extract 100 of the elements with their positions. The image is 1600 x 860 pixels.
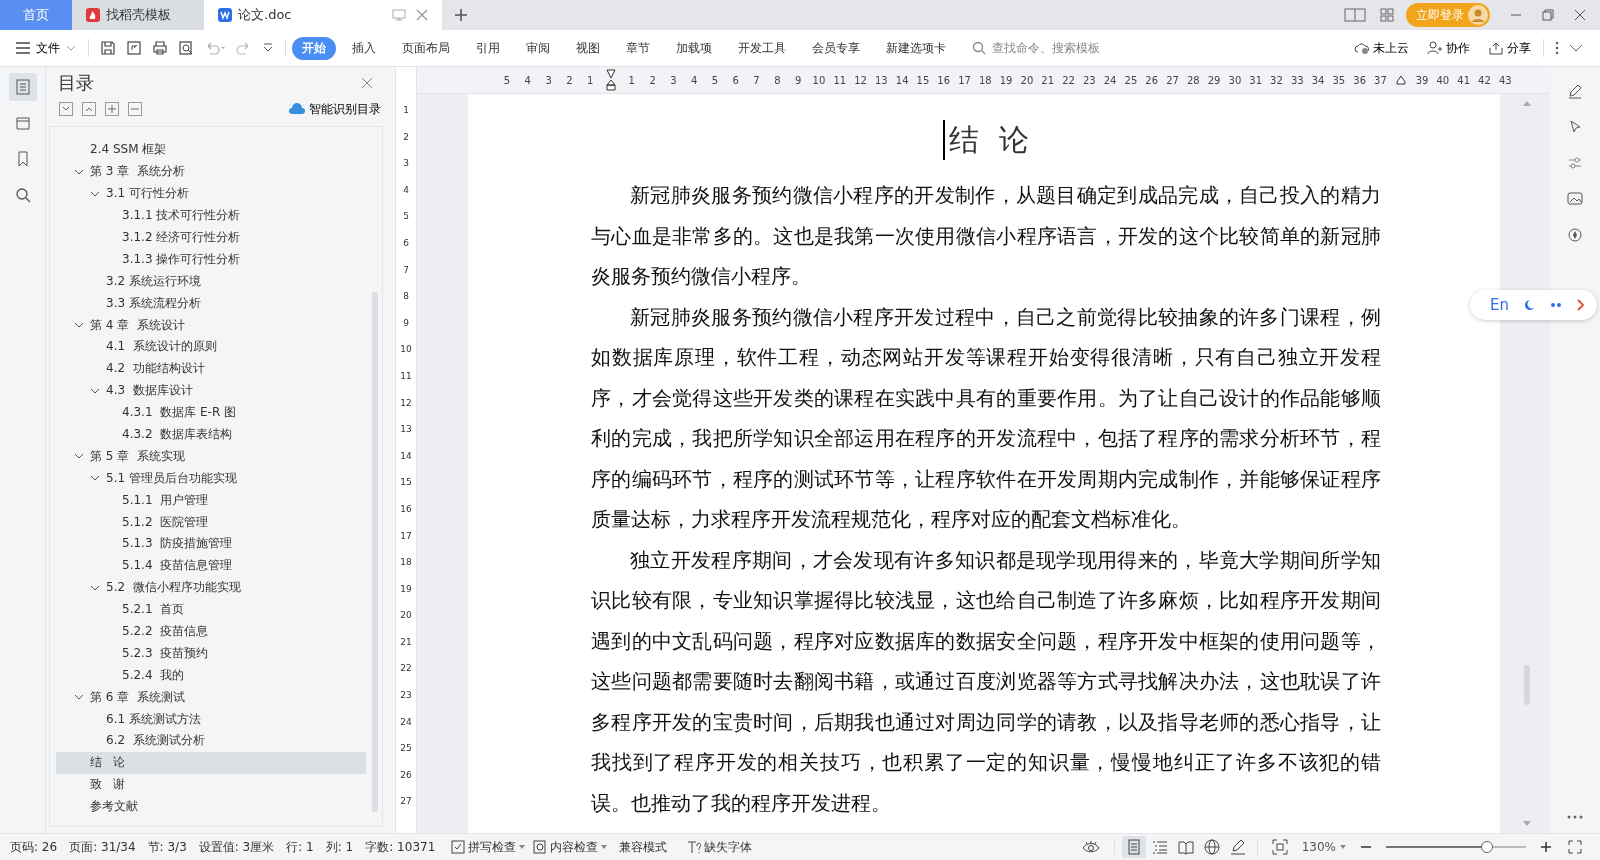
outline-item[interactable]: 4.3.1 数据库 E-R 图	[56, 401, 366, 424]
toolbar-action[interactable]: 未上云	[1348, 38, 1415, 58]
outline-item[interactable]: 3.1.3 操作可行性分析	[56, 248, 366, 271]
fit-page-icon[interactable]	[1271, 839, 1288, 855]
chevron-right-icon[interactable]	[1577, 299, 1585, 311]
outline-item[interactable]: 5.1 管理员后台功能实现	[56, 467, 366, 490]
smart-toc-button[interactable]: 智能识别目录	[289, 100, 381, 118]
ribbon-tab[interactable]: 审阅	[516, 36, 560, 60]
ruler-number: 40	[1435, 74, 1451, 86]
status-text: 页面: 31/34	[69, 838, 136, 856]
close-icon[interactable]	[416, 9, 428, 21]
toolbar-action[interactable]: 协作	[1421, 38, 1476, 58]
save-icon[interactable]	[100, 40, 116, 56]
pen-icon[interactable]	[1567, 83, 1583, 99]
scroll-thumb[interactable]	[372, 292, 378, 812]
outline-item[interactable]: 5.2.1 首页	[56, 598, 366, 621]
moon-icon[interactable]	[1523, 299, 1535, 311]
ruler-number: 18	[400, 556, 412, 570]
ribbon-tab[interactable]: 新建选项卡	[876, 36, 956, 60]
ribbon-tab[interactable]: 加载项	[666, 36, 722, 60]
outline-item[interactable]: 结 论	[56, 751, 366, 774]
paragraph: 新冠肺炎服务预约微信小程序开发过程中，自己之前觉得比较抽象的许多门课程，例如数据库原理，软件工程，动态网站开发等课程开始变得很清晰，只有自己独立开发程序，才会觉得这些开发类的课程在实践中具有的重要作用。为了让自己设计的作品能够顺利的完成，我把所学知识全部运用在程序的开发流程中，包括了程序的需求分析环节，程序的编码环节，程序的测试环节等，让程序软件在开发周期内完成制作，并能够保证程序质量达标，力求程序开发流程规范化，程序对应的配套文档标准化。	[591, 304, 1381, 533]
outline-item[interactable]: 4.3.2 数据库表结构	[56, 423, 366, 446]
outline-item[interactable]: 3.1.2 经济可行性分析	[56, 226, 366, 249]
add-icon[interactable]	[105, 102, 119, 116]
new-tab-icon[interactable]	[454, 8, 468, 22]
outline-item[interactable]: 5.1.1 用户管理	[56, 489, 366, 512]
ribbon-tab[interactable]: 开发工具	[728, 36, 796, 60]
image-icon[interactable]	[1567, 191, 1583, 207]
ruler-number: 32	[1269, 74, 1284, 86]
ruler-number: 14	[400, 449, 412, 463]
outline-item[interactable]: 5.2.4 我的	[56, 664, 366, 687]
document-tab[interactable]: 论文.doc	[204, 0, 442, 30]
page-view-button[interactable]	[1121, 836, 1146, 858]
document-tab[interactable]: 找稻壳模板	[72, 0, 204, 30]
outline-item[interactable]: 5.2.3 疫苗预约	[56, 642, 366, 665]
outline-item[interactable]: 3.2 系统运行环境	[56, 270, 366, 293]
spell-check-button[interactable]: 拼写检查	[447, 838, 530, 856]
outline-item[interactable]: 5.2 微信小程序功能实现	[56, 576, 366, 599]
outline-item[interactable]: 第 4 章 系统设计	[56, 314, 366, 336]
outline-item[interactable]: 3.1.1 技术可行性分析	[56, 204, 366, 227]
ribbon-tab[interactable]: 章节	[616, 36, 660, 60]
outline-item[interactable]: 4.2 功能结构设计	[56, 357, 366, 380]
cursor-icon[interactable]	[1567, 119, 1583, 135]
ribbon-tab[interactable]: 插入	[342, 36, 386, 60]
outline-item[interactable]: 4.1 系统设计的原则	[56, 336, 366, 358]
outline-item[interactable]: 2.4 SSM 框架	[56, 139, 366, 161]
remove-icon[interactable]	[128, 102, 142, 116]
indent-marker-icon[interactable]	[605, 69, 616, 91]
restore-icon[interactable]	[1542, 9, 1554, 21]
print-icon[interactable]	[152, 40, 168, 56]
more-icon[interactable]	[1555, 41, 1559, 55]
ribbon-tab[interactable]: 视图	[566, 36, 610, 60]
zoom-dropdown[interactable]: 130%	[1295, 839, 1352, 855]
ruler-number: 20	[1019, 74, 1035, 86]
search-field[interactable]: 查找命令、搜索模板	[972, 40, 1144, 56]
outline-item[interactable]: 参考文献	[56, 795, 366, 818]
close-icon[interactable]	[361, 77, 373, 89]
grid-icon[interactable]	[1380, 8, 1394, 22]
outline-item[interactable]: 第 3 章 系统分析	[56, 160, 366, 183]
fullscreen-icon[interactable]	[1568, 840, 1582, 854]
caret-icon	[1340, 845, 1346, 849]
outline-item[interactable]: 5.1.4 疫苗信息管理	[56, 554, 366, 577]
file-menu[interactable]: 文件	[12, 39, 82, 57]
layout-icon[interactable]	[1344, 8, 1366, 22]
collapse-icon[interactable]	[1569, 44, 1583, 52]
sliders-icon[interactable]	[1567, 155, 1583, 171]
outline-item[interactable]: 第 5 章 系统实现	[56, 445, 366, 468]
expand-icon[interactable]	[59, 102, 73, 116]
customize-icon[interactable]	[262, 42, 274, 54]
ribbon-tab[interactable]: 页面布局	[392, 36, 460, 60]
translate-widget[interactable]: En	[1470, 290, 1597, 320]
outline-item[interactable]: 6.1 系统测试方法	[56, 708, 366, 731]
outline-item[interactable]: 致 谢	[56, 773, 366, 796]
export-icon[interactable]	[126, 40, 142, 56]
missing-fonts-button[interactable]: 缺失字体	[683, 838, 757, 856]
ribbon-tab[interactable]: 会员专享	[802, 36, 870, 60]
outline-item[interactable]: 3.1 可行性分析	[56, 182, 366, 205]
zoom-in-icon[interactable]	[1540, 841, 1552, 853]
close-icon[interactable]	[1574, 9, 1586, 21]
outline-item[interactable]: 5.1.3 防疫措施管理	[56, 533, 366, 555]
more-icon[interactable]	[1567, 815, 1583, 819]
outline-item[interactable]: 4.3 数据库设计	[56, 379, 366, 402]
outline-item[interactable]: 6.2 系统测试分析	[56, 730, 366, 752]
eye-icon[interactable]	[1081, 840, 1100, 854]
outline-item[interactable]: 第 6 章 系统测试	[56, 686, 366, 709]
dots-icon[interactable]	[1549, 301, 1563, 309]
outline-icon[interactable]	[8, 73, 37, 101]
location-icon[interactable]	[1567, 227, 1583, 243]
slider-thumb[interactable]	[1480, 841, 1493, 853]
outline-item[interactable]: 5.1.2 医院管理	[56, 511, 366, 534]
indent-marker-icon[interactable]	[1396, 75, 1407, 85]
content-check-button[interactable]: 内容检查	[529, 838, 612, 856]
outline-item[interactable]: 5.2.2 疫苗信息	[56, 620, 366, 643]
ribbon-tab[interactable]: 引用	[466, 36, 510, 60]
outline-item[interactable]: 3.3 系统流程分析	[56, 292, 366, 315]
toolbar-action[interactable]: 分享	[1482, 38, 1537, 58]
ruler-number: 14	[894, 74, 910, 86]
collapse-icon[interactable]	[82, 102, 96, 116]
print-preview-icon[interactable]	[178, 40, 194, 56]
